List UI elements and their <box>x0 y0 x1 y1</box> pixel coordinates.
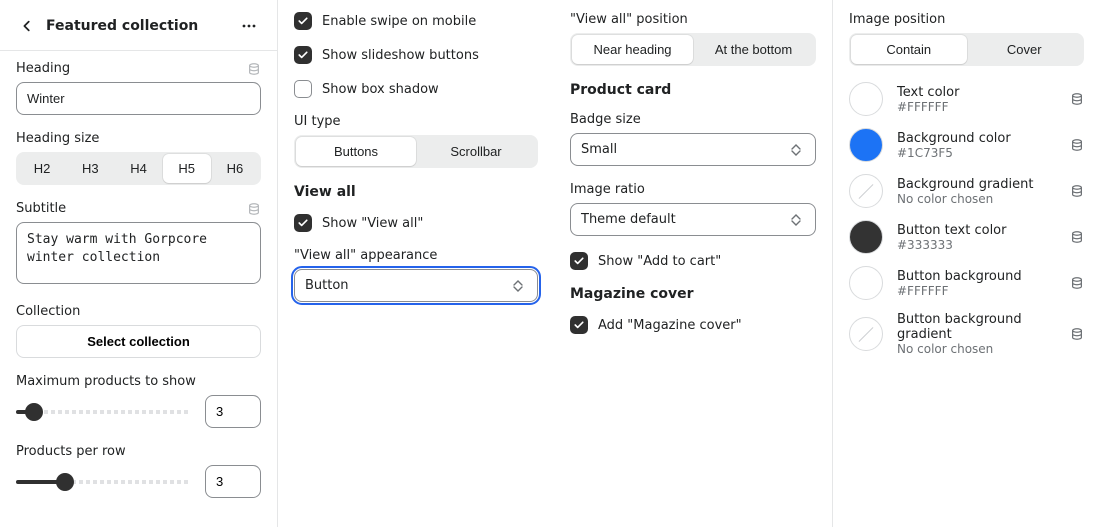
color-label: Button background gradient <box>897 312 1042 342</box>
per-row-label: Products per row <box>16 444 126 459</box>
color-swatch[interactable] <box>849 82 883 116</box>
updown-icon <box>513 280 527 292</box>
view-all-appearance-select[interactable]: Button <box>294 269 538 302</box>
color-row: Button background#FFFFFF <box>849 266 1084 300</box>
badge-size-select[interactable]: Small <box>570 133 816 166</box>
show-view-all-checkbox[interactable]: Show "View all" <box>294 214 538 232</box>
back-button[interactable] <box>16 15 38 37</box>
color-swatch[interactable] <box>849 174 883 208</box>
checkbox-label: Show "View all" <box>322 216 423 231</box>
db-icon[interactable] <box>1070 230 1084 244</box>
color-label: Text color <box>897 85 959 100</box>
max-products-input[interactable] <box>205 395 261 428</box>
checkbox-label: Show box shadow <box>322 82 439 97</box>
ui-type-label: UI type <box>294 114 341 129</box>
seg-option-near-heading[interactable]: Near heading <box>572 35 693 64</box>
view-all-section-title: View all <box>294 184 538 200</box>
seg-option-h3[interactable]: H3 <box>66 154 114 183</box>
select-value: Button <box>305 278 349 293</box>
select-value: Small <box>581 142 617 157</box>
color-row: Background gradientNo color chosen <box>849 174 1084 208</box>
per-row-slider[interactable] <box>16 471 191 493</box>
checkbox-icon <box>294 12 312 30</box>
color-value: #FFFFFF <box>897 100 959 114</box>
select-collection-button[interactable]: Select collection <box>16 325 261 358</box>
badge-size-label: Badge size <box>570 112 641 127</box>
seg-option-h6[interactable]: H6 <box>211 154 259 183</box>
checkbox-label: Enable swipe on mobile <box>322 14 476 29</box>
checkbox-icon <box>570 252 588 270</box>
db-icon[interactable] <box>247 202 261 216</box>
magazine-section-title: Magazine cover <box>570 286 816 302</box>
seg-option-scrollbar[interactable]: Scrollbar <box>416 137 536 166</box>
checkbox-icon <box>294 80 312 98</box>
add-magazine-checkbox[interactable]: Add "Magazine cover" <box>570 316 816 334</box>
checkbox-label: Show slideshow buttons <box>322 48 479 63</box>
more-button[interactable] <box>237 14 261 38</box>
heading-label: Heading <box>16 61 70 76</box>
show-box-shadow-checkbox[interactable]: Show box shadow <box>294 80 538 98</box>
db-icon[interactable] <box>1070 138 1084 152</box>
color-value: #333333 <box>897 238 1006 252</box>
subtitle-label: Subtitle <box>16 201 66 216</box>
color-label: Background gradient <box>897 177 1033 192</box>
checkbox-icon <box>294 46 312 64</box>
color-swatch[interactable] <box>849 266 883 300</box>
image-ratio-select[interactable]: Theme default <box>570 203 816 236</box>
heading-size-label: Heading size <box>16 131 99 146</box>
color-label: Button background <box>897 269 1022 284</box>
checkbox-label: Add "Magazine cover" <box>598 318 742 333</box>
heading-size-seg: H2H3H4H5H6 <box>16 152 261 185</box>
image-position-seg: ContainCover <box>849 33 1084 66</box>
color-label: Background color <box>897 131 1011 146</box>
subtitle-input[interactable] <box>16 222 261 284</box>
product-card-section-title: Product card <box>570 82 816 98</box>
updown-icon <box>791 214 805 226</box>
color-value: No color chosen <box>897 192 1033 206</box>
max-products-label: Maximum products to show <box>16 374 196 389</box>
seg-option-cover[interactable]: Cover <box>967 35 1083 64</box>
seg-option-buttons[interactable]: Buttons <box>296 137 416 166</box>
color-row: Button text color#333333 <box>849 220 1084 254</box>
seg-option-h5[interactable]: H5 <box>163 154 211 183</box>
view-all-position-label: "View all" position <box>570 12 688 27</box>
max-products-slider[interactable] <box>16 401 191 423</box>
db-icon[interactable] <box>1070 327 1084 341</box>
seg-option-contain[interactable]: Contain <box>851 35 967 64</box>
db-icon[interactable] <box>247 62 261 76</box>
collection-label: Collection <box>16 304 80 319</box>
db-icon[interactable] <box>1070 276 1084 290</box>
color-value: No color chosen <box>897 342 1042 356</box>
color-swatch[interactable] <box>849 128 883 162</box>
enable-swipe-checkbox[interactable]: Enable swipe on mobile <box>294 12 538 30</box>
seg-option-h2[interactable]: H2 <box>18 154 66 183</box>
color-swatch[interactable] <box>849 220 883 254</box>
color-swatch[interactable] <box>849 317 883 351</box>
checkbox-label: Show "Add to cart" <box>598 254 721 269</box>
color-row: Button background gradientNo color chose… <box>849 312 1084 356</box>
updown-icon <box>791 144 805 156</box>
seg-option-h4[interactable]: H4 <box>114 154 162 183</box>
ui-type-seg: ButtonsScrollbar <box>294 135 538 168</box>
show-add-to-cart-checkbox[interactable]: Show "Add to cart" <box>570 252 816 270</box>
view-all-appearance-label: "View all" appearance <box>294 248 437 263</box>
panel-title: Featured collection <box>46 18 229 34</box>
seg-option-at-the-bottom[interactable]: At the bottom <box>693 35 814 64</box>
checkbox-icon <box>570 316 588 334</box>
image-position-label: Image position <box>849 12 945 27</box>
color-value: #FFFFFF <box>897 284 1022 298</box>
image-ratio-label: Image ratio <box>570 182 645 197</box>
color-row: Background color#1C73F5 <box>849 128 1084 162</box>
db-icon[interactable] <box>1070 92 1084 106</box>
color-row: Text color#FFFFFF <box>849 82 1084 116</box>
show-slideshow-checkbox[interactable]: Show slideshow buttons <box>294 46 538 64</box>
heading-input[interactable] <box>16 82 261 115</box>
color-value: #1C73F5 <box>897 146 1011 160</box>
db-icon[interactable] <box>1070 184 1084 198</box>
color-label: Button text color <box>897 223 1006 238</box>
checkbox-icon <box>294 214 312 232</box>
select-value: Theme default <box>581 212 676 227</box>
view-all-position-seg: Near headingAt the bottom <box>570 33 816 66</box>
per-row-input[interactable] <box>205 465 261 498</box>
